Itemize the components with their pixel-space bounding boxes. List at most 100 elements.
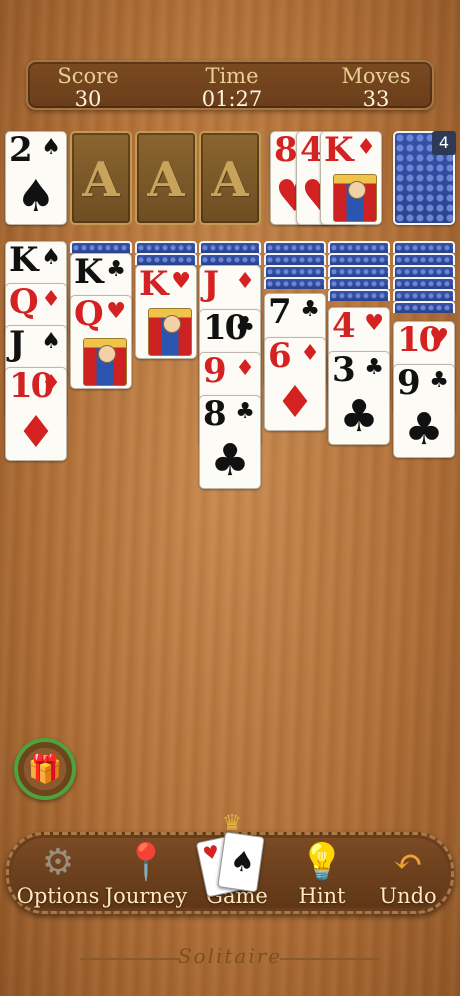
card-rank: 7	[268, 293, 292, 332]
foundation-empty-2[interactable]: A	[135, 131, 197, 225]
face-down-card	[393, 241, 455, 253]
map-pin-icon: 📍	[123, 842, 169, 883]
card-rank: 4	[332, 307, 356, 346]
heart-icon: ♥	[171, 269, 191, 294]
journey-button[interactable]: 📍 Journey	[101, 835, 191, 917]
time-stat: Time 01:27	[172, 64, 292, 110]
card-rank: Q	[74, 295, 104, 334]
club-icon: ♣	[300, 297, 320, 322]
lightbulb-icon: 💡	[299, 842, 345, 883]
undo-label: Undo	[379, 884, 437, 908]
tableau-card[interactable]: 6 ♦ ♦	[264, 337, 326, 431]
club-icon: ♣	[235, 399, 255, 424]
diamond-icon: ♦	[356, 135, 376, 160]
card-rank: 2	[9, 131, 33, 170]
face-down-card	[328, 289, 390, 301]
cards-icon[interactable]: ♥ ♠	[195, 826, 269, 898]
face-down-card	[264, 253, 326, 265]
gift-button[interactable]: 🎁	[14, 738, 76, 800]
face-down-card	[328, 241, 390, 253]
face-down-card	[328, 265, 390, 277]
face-down-card	[199, 241, 261, 253]
card-rank: 9	[397, 364, 421, 403]
face-down-card	[393, 301, 455, 313]
foundation-empty-3[interactable]: A	[199, 131, 261, 225]
time-label: Time	[205, 64, 259, 88]
face-down-card	[393, 289, 455, 301]
card-rank: J	[9, 325, 25, 364]
club-icon: ♣	[429, 368, 449, 393]
club-icon: ♣	[235, 313, 255, 338]
gear-icon: ⚙	[41, 842, 75, 883]
score-value: 30	[74, 87, 102, 111]
king-face-art	[148, 308, 192, 356]
foundation-placeholder: A	[211, 152, 249, 208]
tableau-card[interactable]: 9 ♣ ♣	[393, 364, 455, 458]
card-rank: 8	[203, 395, 227, 434]
foundation-empty-1[interactable]: A	[70, 131, 132, 225]
face-down-card	[70, 241, 132, 253]
score-stat: Score 30	[28, 64, 148, 110]
foundation-placeholder: A	[147, 152, 185, 208]
mini-card-spade: ♠	[217, 831, 265, 893]
foundation-placeholder: A	[82, 152, 120, 208]
card-rank: K	[74, 253, 104, 292]
tableau-card[interactable]: Q ♥	[70, 295, 132, 389]
diamond-icon: ♦	[235, 269, 255, 294]
card-rank: K	[139, 265, 169, 304]
score-label: Score	[57, 64, 119, 88]
moves-label: Moves	[341, 64, 411, 88]
club-icon: ♣	[404, 404, 444, 455]
undo-arrow-icon: ↶	[392, 842, 424, 883]
club-icon: ♣	[339, 391, 379, 442]
face-down-card	[328, 253, 390, 265]
face-down-card	[135, 241, 197, 253]
queen-face-art	[83, 338, 127, 386]
face-down-card	[393, 253, 455, 265]
stock-count-badge: 4	[432, 131, 456, 155]
footer-title: Solitaire	[177, 944, 283, 968]
options-button[interactable]: ⚙ Options	[13, 835, 103, 917]
tableau-card[interactable]: 3 ♣ ♣	[328, 351, 390, 445]
diamond-icon: ♦	[41, 371, 61, 396]
undo-button[interactable]: ↶ Undo	[363, 835, 453, 917]
gift-icon: 🎁	[27, 752, 63, 785]
card-rank: 6	[268, 337, 292, 376]
waste-card-top[interactable]: K ♦	[320, 131, 382, 225]
club-icon: ♣	[364, 355, 384, 380]
card-rank: 9	[203, 352, 227, 391]
time-value: 01:27	[201, 87, 263, 111]
tableau-card[interactable]: 10 ♦ ♦	[5, 367, 67, 461]
card-rank: Q	[9, 283, 39, 322]
face-down-card	[264, 277, 326, 289]
tableau-card[interactable]: 8 ♣ ♣	[199, 395, 261, 489]
status-bar: Score 30 Time 01:27 Moves 33	[26, 60, 434, 110]
card-rank: J	[203, 265, 219, 304]
moves-value: 33	[362, 87, 390, 111]
face-down-card	[199, 253, 261, 265]
club-icon: ♣	[106, 257, 126, 282]
foundation-spades[interactable]: 2 ♠ ♠	[5, 131, 67, 225]
tableau-card[interactable]: K ♥	[135, 265, 197, 359]
face-down-card	[264, 265, 326, 277]
spade-icon: ♠	[41, 245, 61, 270]
face-down-card	[393, 277, 455, 289]
card-rank: 3	[332, 351, 356, 390]
spade-icon: ♠	[16, 171, 56, 222]
diamond-icon: ♦	[235, 356, 255, 381]
diamond-icon: ♦	[300, 341, 320, 366]
heart-icon: ♥	[201, 841, 222, 866]
king-face-art	[333, 174, 377, 222]
heart-icon: ♥	[364, 311, 384, 336]
diamond-icon: ♦	[41, 287, 61, 312]
card-rank: 8	[274, 131, 298, 170]
club-icon: ♣	[210, 435, 250, 486]
diamond-icon: ♦	[16, 407, 56, 458]
heart-icon: ♥	[106, 299, 126, 324]
diamond-icon: ♦	[275, 377, 315, 428]
face-down-card	[264, 241, 326, 253]
card-rank: K	[9, 241, 39, 280]
spade-icon: ♠	[41, 329, 61, 354]
spade-icon: ♠	[227, 843, 258, 880]
face-down-card	[393, 265, 455, 277]
